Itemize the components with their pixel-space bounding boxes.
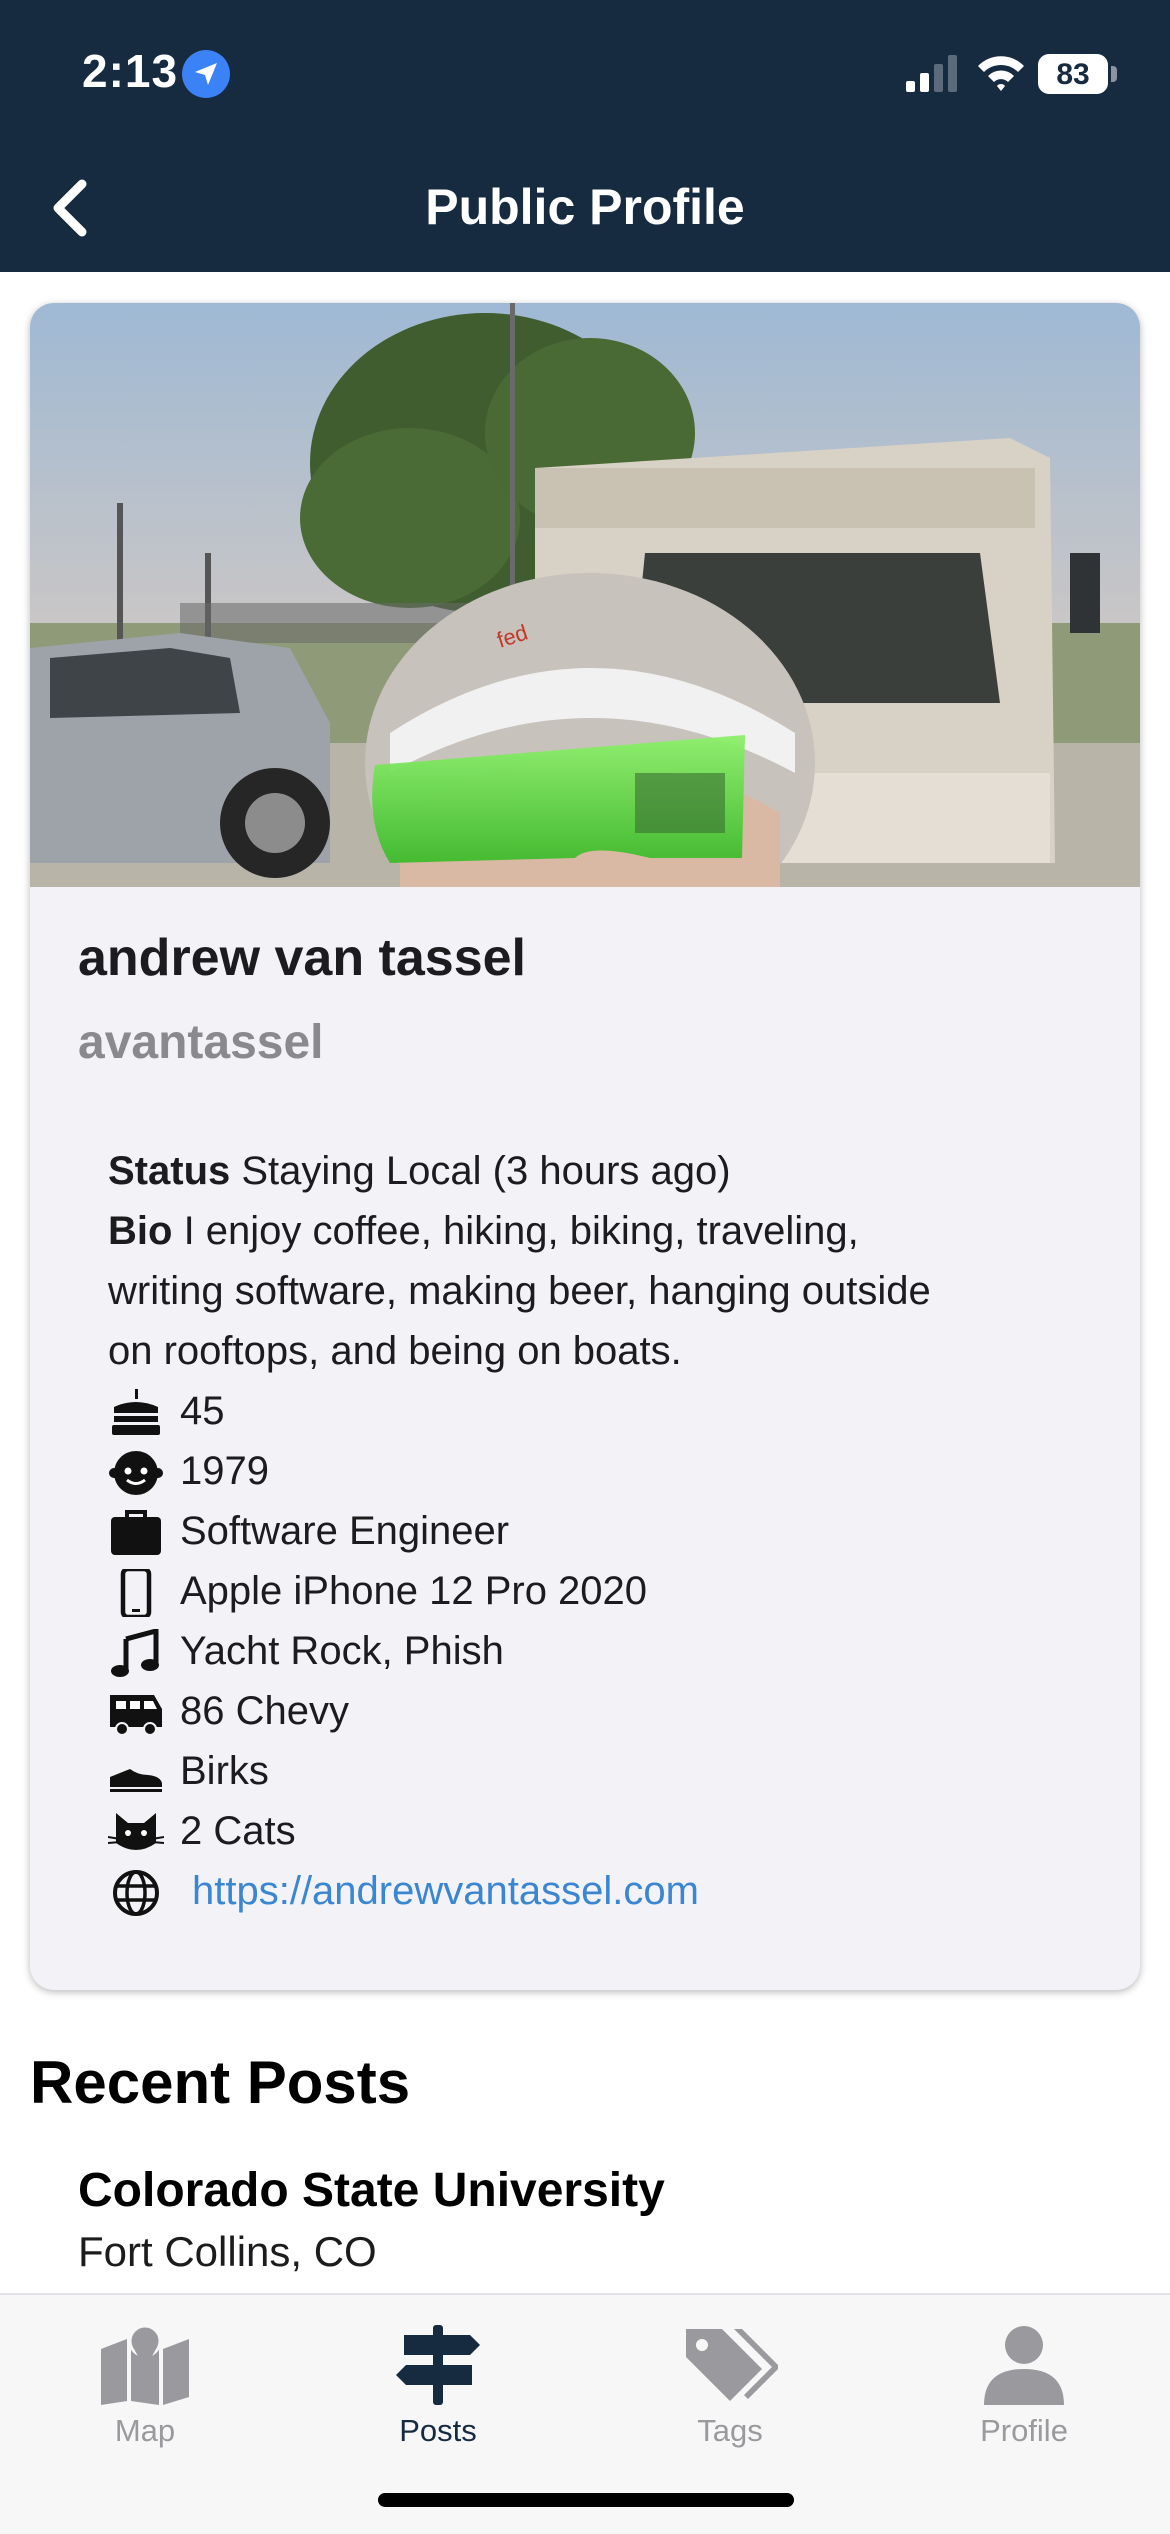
music-value: Yacht Rock, Phish (180, 1629, 504, 1673)
tab-label: Posts (399, 2413, 477, 2448)
profile-details: Status Staying Local (3 hours ago) Bio I… (108, 1141, 1068, 1921)
birth-year-value: 1979 (180, 1449, 269, 1493)
username: avantassel (78, 1016, 324, 1069)
website-link[interactable]: https://andrewvantassel.com (192, 1861, 699, 1921)
post-title[interactable]: Colorado State University (78, 2163, 665, 2218)
battery-indicator: 83 (1038, 54, 1108, 94)
attribute-row-website: https://andrewvantassel.com (108, 1861, 1068, 1921)
battery-cap (1111, 66, 1117, 82)
rv-icon (110, 1695, 162, 1736)
post-location: Fort Collins, CO (78, 2228, 377, 2275)
bio: Bio I enjoy coffee, hiking, biking, trav… (108, 1201, 1068, 1381)
globe-icon (113, 1870, 159, 1916)
bio-line: I enjoy coffee, hiking, biking, travelin… (183, 1209, 859, 1253)
wifi-icon (978, 56, 1024, 91)
status-line: Status Staying Local (3 hours ago) (108, 1141, 1068, 1201)
signpost-icon (396, 2325, 480, 2405)
tab-label: Map (114, 2413, 176, 2448)
child-face-icon (109, 1451, 163, 1495)
attribute-row-birth-year: 1979 (108, 1441, 1068, 1501)
status-label: Status (108, 1149, 231, 1193)
attribute-row-pets: 2 Cats (108, 1801, 1068, 1861)
pets-value: 2 Cats (180, 1809, 296, 1853)
shoes-value: Birks (180, 1749, 269, 1793)
vehicle-value: 86 Chevy (180, 1689, 349, 1733)
location-arrow-icon (182, 50, 230, 98)
bio-label: Bio (108, 1209, 173, 1253)
map-icon (101, 2325, 189, 2405)
occupation-value: Software Engineer (180, 1509, 510, 1553)
tab-posts[interactable]: Posts (338, 2325, 538, 2465)
home-indicator[interactable] (378, 2493, 794, 2507)
tags-icon (686, 2329, 778, 2401)
top-bar: 2:13 83 Public Profile (0, 0, 1170, 272)
attribute-row-phone: Apple iPhone 12 Pro 2020 (108, 1561, 1068, 1621)
attribute-row-occupation: Software Engineer (108, 1501, 1068, 1561)
status-bar: 2:13 83 (0, 0, 1170, 150)
cover-photo: fed (30, 303, 1140, 887)
birthday-cake-icon (112, 1389, 160, 1435)
page-title: Public Profile (425, 179, 745, 235)
music-note-icon (111, 1629, 159, 1677)
bio-line: on rooftops, and being on boats. (108, 1329, 682, 1373)
recent-posts-heading: Recent Posts (30, 2049, 411, 2116)
clock: 2:13 (82, 45, 179, 97)
attribute-row-age: 45 (108, 1381, 1068, 1441)
bio-line: writing software, making beer, hanging o… (108, 1269, 931, 1313)
attribute-row-vehicle: 86 Chevy (108, 1681, 1068, 1741)
tab-profile[interactable]: Profile (924, 2325, 1124, 2465)
phone-icon (120, 1569, 152, 1617)
tab-label: Profile (980, 2413, 1068, 2448)
attribute-row-music: Yacht Rock, Phish (108, 1621, 1068, 1681)
attribute-row-shoes: Birks (108, 1741, 1068, 1801)
tab-label: Tags (697, 2413, 763, 2448)
tab-tags[interactable]: Tags (630, 2325, 830, 2465)
cat-icon (108, 1813, 164, 1850)
tab-map[interactable]: Map (45, 2325, 245, 2465)
shoe-icon (110, 1769, 162, 1792)
profile-card: fed andrew van tassel avantassel Status … (30, 303, 1140, 1990)
status-value: Staying Local (3 hours ago) (241, 1149, 731, 1193)
briefcase-icon (111, 1510, 161, 1555)
person-icon (984, 2326, 1064, 2405)
battery-level: 83 (1056, 58, 1090, 91)
cellular-signal-icon (906, 55, 957, 92)
display-name: andrew van tassel (78, 929, 526, 987)
age-value: 45 (180, 1389, 225, 1433)
phone-value: Apple iPhone 12 Pro 2020 (180, 1569, 648, 1613)
